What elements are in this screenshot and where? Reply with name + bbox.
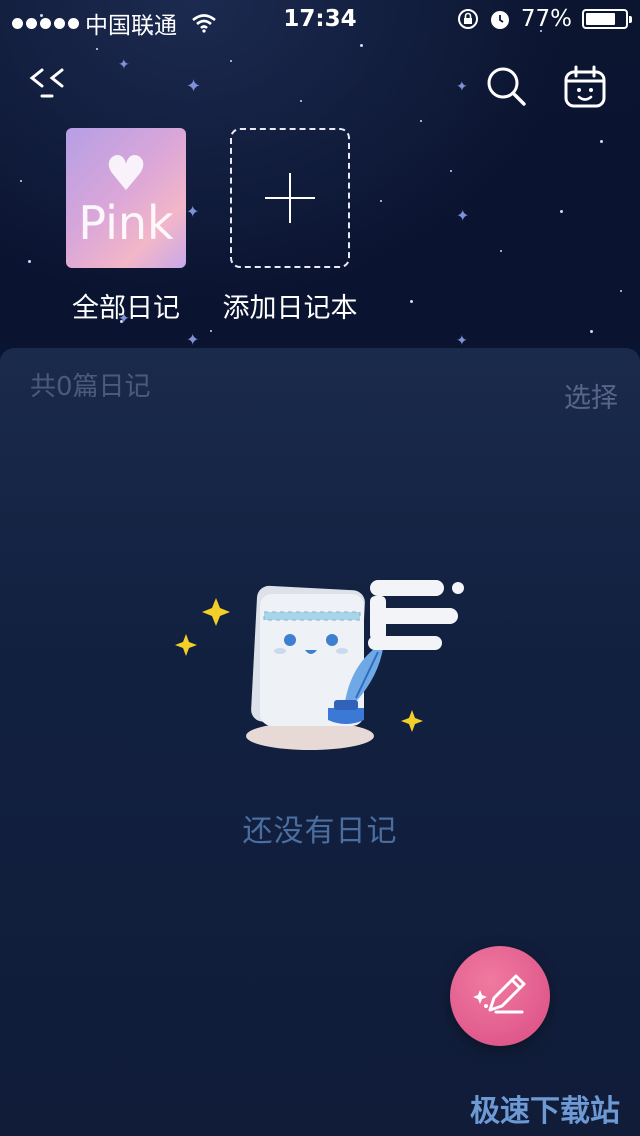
add-notebook[interactable]: 添加日记本 <box>223 128 358 325</box>
empty-diary-illustration <box>175 580 464 750</box>
status-right: 77% <box>457 6 632 32</box>
notebook-all-diaries[interactable]: ♥ Pink 全部日记 <box>66 128 186 325</box>
search-icon <box>487 67 526 106</box>
compose-pen-icon <box>473 974 526 1014</box>
calendar-face-icon <box>564 65 606 108</box>
empty-state-text: 还没有日记 <box>242 814 398 849</box>
watermark: 极速下载站 <box>470 1094 620 1129</box>
add-notebook-button[interactable] <box>230 128 350 268</box>
cover-text: Pink <box>78 196 174 250</box>
select-button[interactable]: 选择 <box>564 376 618 415</box>
orientation-lock-icon <box>457 9 478 29</box>
back-icon <box>29 68 64 98</box>
calendar-button[interactable] <box>562 64 610 112</box>
write-diary-button[interactable] <box>450 946 550 1046</box>
status-bar: 中国联通 17:34 77% <box>0 0 640 40</box>
search-button[interactable] <box>484 64 528 108</box>
add-notebook-label: 添加日记本 <box>222 293 358 324</box>
battery-icon <box>582 9 632 29</box>
notebook-cover-pink[interactable]: ♥ Pink <box>66 128 186 268</box>
alarm-icon <box>490 11 509 29</box>
battery-percent: 77% <box>520 6 572 32</box>
back-button[interactable] <box>28 64 84 108</box>
diary-count: 共0篇日记 <box>30 372 151 402</box>
heart-icon: ♥ <box>104 146 148 202</box>
notebook-label: 全部日记 <box>72 293 180 324</box>
